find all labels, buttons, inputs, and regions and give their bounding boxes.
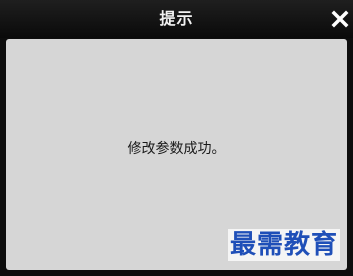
dialog-bottom-border [0,270,353,276]
dialog-titlebar: 提示 [0,0,353,38]
prompt-dialog: 提示 修改参数成功。 最需教育 [0,0,353,276]
watermark-text: 最需教育 [228,229,341,261]
close-button[interactable] [330,9,350,29]
close-icon [331,10,349,28]
dialog-message: 修改参数成功。 [127,141,226,157]
dialog-title: 提示 [159,9,194,28]
